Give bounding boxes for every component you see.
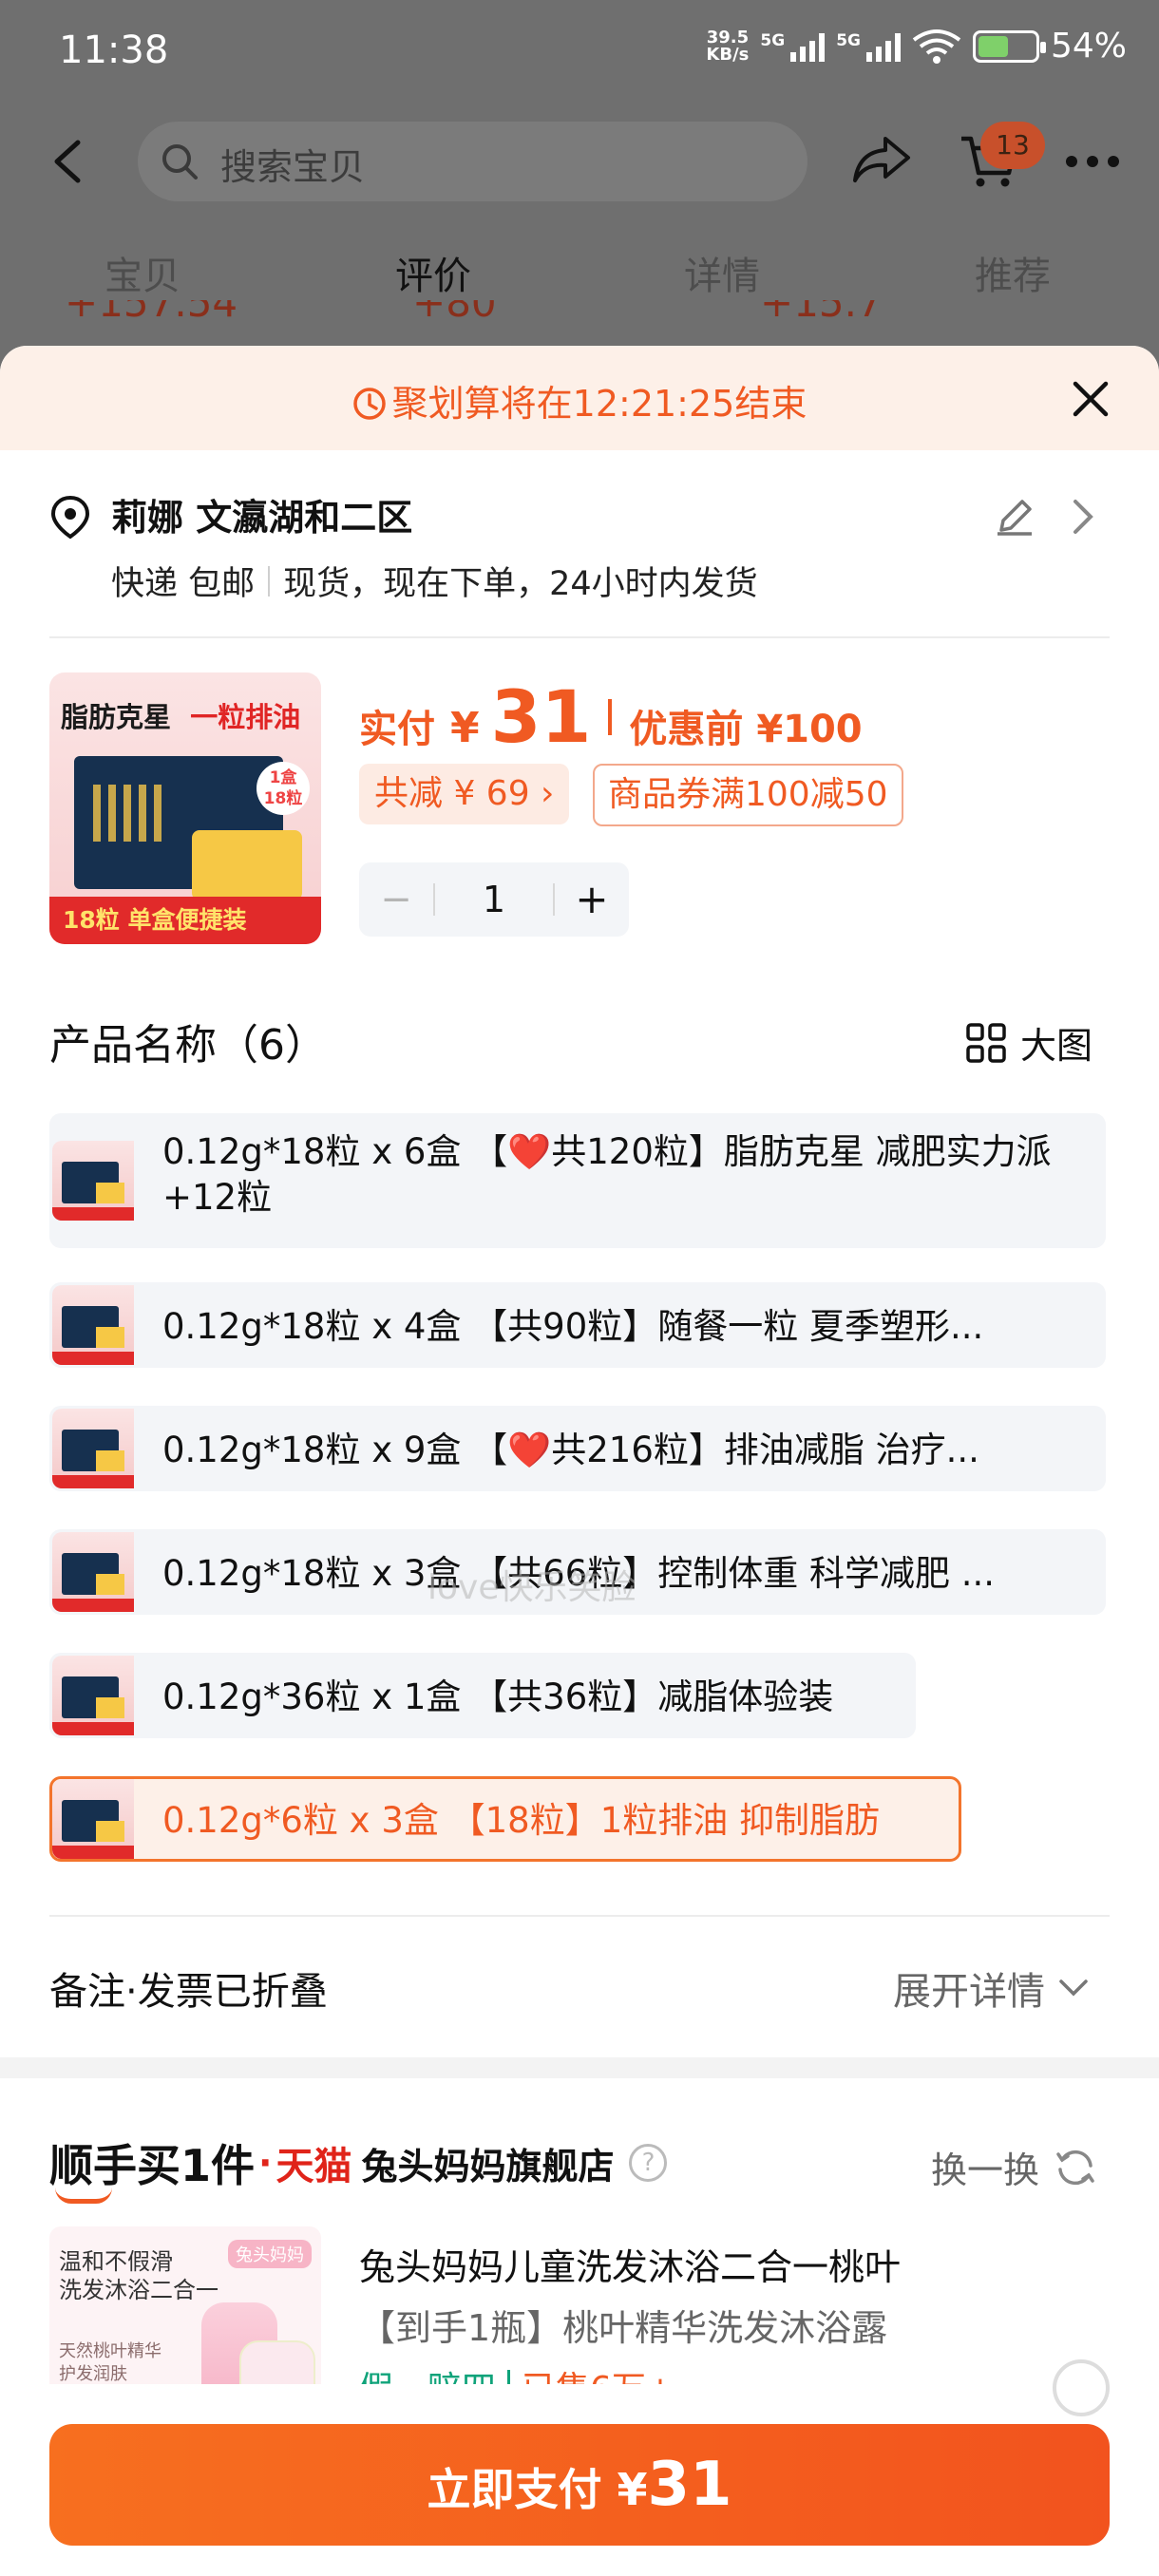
- option-item[interactable]: 0.12g*36粒 x 1盒 【共36粒】减脂体验装: [49, 1653, 916, 1738]
- search-placeholder: 搜索宝贝: [220, 146, 366, 188]
- checkout-sheet: 聚划算将在12:21:25结束 莉娜 文瀛湖和二区 快递 包邮 现货，现在下单，…: [0, 346, 1159, 2576]
- net-speed: 39.5 KB/s: [706, 27, 750, 65]
- store-name[interactable]: 兔头妈妈旗舰店: [361, 2137, 614, 2189]
- tab-details[interactable]: 详情: [684, 245, 760, 300]
- location-pin-icon: [50, 495, 90, 540]
- option-thumbnail: [52, 1779, 134, 1859]
- share-icon[interactable]: [851, 133, 912, 186]
- option-thumbnail: [52, 1285, 134, 1365]
- notes-invoice-label: 备注·发票已折叠: [49, 1970, 328, 2014]
- status-time: 11:38: [59, 28, 169, 72]
- option-item[interactable]: 0.12g*18粒 x 6盒 【❤️共120粒】脂肪克星 减肥实力派 +12粒: [49, 1113, 1106, 1248]
- option-label: 0.12g*18粒 x 4盒 【共90粒】随餐一粒 夏季塑形...: [162, 1306, 984, 1347]
- decrease-button[interactable]: −: [359, 862, 433, 937]
- bg-price: +15.7: [760, 300, 883, 326]
- quantity-stepper: − 1 +: [359, 862, 629, 937]
- deal-countdown-bar: 聚划算将在12:21:25结束: [0, 346, 1159, 450]
- tab-baobei[interactable]: 宝贝: [104, 245, 180, 300]
- price-before-discount: 优惠前 ¥100: [629, 708, 863, 751]
- floating-circle-button[interactable]: [1053, 2359, 1110, 2416]
- search-icon: [162, 144, 198, 180]
- divider: [49, 1915, 1110, 1917]
- option-thumbnail: [52, 1141, 134, 1221]
- tab-recommend[interactable]: 推荐: [975, 245, 1051, 300]
- option-item[interactable]: 0.12g*18粒 x 9盒 【❤️共216粒】排油减脂 治疗...: [49, 1406, 1106, 1491]
- option-label: 0.12g*6粒 x 3盒 【18粒】1粒排油 抑制脂肪: [162, 1800, 881, 1841]
- currency-symbol: ¥: [450, 704, 480, 752]
- product-image[interactable]: 脂肪克星 一粒排油 1盒 18粒 18粒 单盒便捷装: [49, 672, 321, 944]
- product-image-caption: 18粒 单盒便捷装: [49, 897, 321, 944]
- rec-img-text: 温和不假滑 洗发沐浴二合一: [59, 2248, 218, 2303]
- chevron-down-icon: [1059, 1979, 1088, 1997]
- recommend-dot: ·: [258, 2142, 273, 2184]
- status-icons: 39.5 KB/s 5G 5G 54%: [706, 27, 1127, 66]
- address-name[interactable]: 莉娜 文瀛湖和二区: [111, 488, 412, 540]
- deal-countdown: 聚划算将在12:21:25结束: [0, 374, 1159, 426]
- option-item-selected[interactable]: 0.12g*6粒 x 3盒 【18粒】1粒排油 抑制脂肪: [49, 1776, 961, 1862]
- product-image-brand: 脂肪克星 一粒排油: [61, 701, 301, 733]
- divider: [608, 698, 613, 735]
- edit-icon[interactable]: [994, 496, 1036, 538]
- divider: [49, 636, 1110, 638]
- help-icon[interactable]: ?: [629, 2144, 668, 2182]
- discount-total-tag[interactable]: 共减 ¥ 69 ›: [359, 764, 570, 824]
- status-bar: 11:38 39.5 KB/s 5G 5G 54%: [0, 0, 1159, 104]
- coupon-tag[interactable]: 商品券满100减50: [593, 764, 903, 826]
- back-icon[interactable]: [49, 139, 87, 184]
- refresh-icon: [1056, 2150, 1094, 2185]
- option-label: 0.12g*36粒 x 1盒 【共36粒】减脂体验装: [162, 1676, 834, 1717]
- watermark: love快乐笑脸: [428, 1568, 636, 1607]
- tab-reviews[interactable]: 评价: [395, 245, 471, 300]
- battery-percent: 54%: [1050, 27, 1127, 66]
- price-line: 实付 ¥ 31 优惠前 ¥100: [359, 674, 863, 759]
- recommend-product-name[interactable]: 兔头妈妈儿童洗发沐浴二合一桃叶: [359, 2238, 901, 2290]
- shipping-info: 快递 包邮 现货，现在下单，24小时内发货: [111, 557, 758, 605]
- signal-icon: 5G: [760, 31, 826, 62]
- option-thumbnail: [52, 1532, 134, 1612]
- deal-text: 聚划算将在12:21:25结束: [391, 383, 808, 425]
- pill-blister-graphic: [192, 830, 302, 900]
- recommend-product-subtitle: 【到手1瓶】桃叶精华洗发沐浴露: [359, 2307, 888, 2349]
- clock-icon: [352, 388, 386, 420]
- swap-button[interactable]: 换一换: [931, 2141, 1096, 2193]
- grid-icon: [966, 1022, 1006, 1063]
- chevron-right-icon[interactable]: [1072, 498, 1094, 536]
- battery-icon: [972, 29, 1046, 63]
- quantity-value[interactable]: 1: [435, 862, 553, 937]
- option-label: 0.12g*18粒 x 9盒 【❤️共216粒】排油减脂 治疗...: [162, 1430, 979, 1470]
- increase-button[interactable]: +: [555, 862, 629, 937]
- cart-count-badge: 13: [980, 122, 1045, 169]
- bg-price: +157.54: [65, 300, 238, 326]
- divider: [268, 565, 271, 597]
- section-separator: [0, 2057, 1159, 2078]
- option-thumbnail: [52, 1409, 134, 1488]
- pay-bar: 立即支付 ¥31: [0, 2384, 1159, 2576]
- more-icon[interactable]: [1066, 156, 1119, 167]
- bg-price: +80: [412, 300, 497, 326]
- recommend-header: 顺手买1件 · 天猫 兔头妈妈旗舰店 ?: [49, 2131, 668, 2204]
- option-item[interactable]: 0.12g*18粒 x 4盒 【共90粒】随餐一粒 夏季塑形...: [49, 1282, 1106, 1368]
- close-icon[interactable]: [1072, 380, 1110, 418]
- tmall-label: 天猫: [276, 2145, 352, 2188]
- background-tabs: 宝贝 评价 详情 推荐: [0, 245, 1159, 302]
- price-amount: 31: [490, 674, 592, 759]
- shipping-method: 快递 包邮: [111, 565, 256, 603]
- options-title: 产品名称（6）: [49, 1021, 327, 1070]
- signal-icon-2: 5G: [836, 31, 901, 62]
- big-image-toggle[interactable]: 大图: [965, 1016, 1092, 1069]
- wifi-icon: [912, 28, 961, 64]
- delivery-time: 现货，现在下单，24小时内发货: [283, 565, 758, 603]
- recommend-brand: 顺手买1件: [49, 2131, 255, 2204]
- option-label: 0.12g*18粒 x 6盒 【❤️共120粒】脂肪克星 减肥实力派 +12粒: [162, 1131, 1052, 1218]
- background-prices: +157.54 +80 +15.7: [0, 300, 1159, 338]
- pay-now-button[interactable]: 立即支付 ¥31: [49, 2424, 1110, 2546]
- product-image-badge: 1盒 18粒: [256, 762, 310, 815]
- rec-img-tag: 兔头妈妈: [228, 2240, 312, 2268]
- option-thumbnail: [52, 1656, 134, 1735]
- expand-details-button[interactable]: 展开详情: [893, 1960, 1089, 2016]
- price-label: 实付: [359, 708, 435, 751]
